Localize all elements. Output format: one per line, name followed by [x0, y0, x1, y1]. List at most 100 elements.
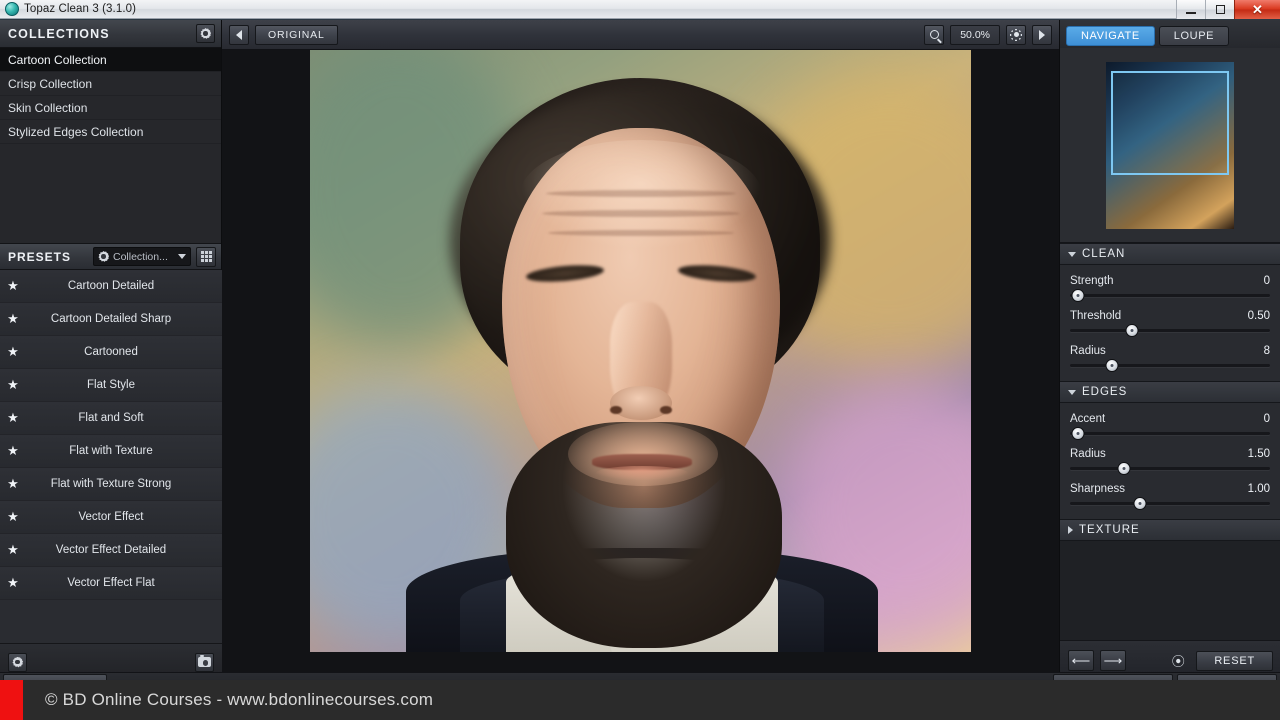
favorite-star-icon[interactable]: ★: [0, 509, 26, 525]
preset-row[interactable]: ★ Flat Style: [0, 369, 222, 402]
lower-lip-highlight: [596, 466, 688, 480]
reset-button[interactable]: RESET: [1196, 650, 1273, 671]
slider-label: Sharpness: [1070, 483, 1125, 495]
collection-item-cartoon[interactable]: Cartoon Collection: [0, 48, 221, 72]
slider-track[interactable]: [1070, 359, 1270, 372]
window-controls: ✕: [1176, 0, 1280, 19]
slider-track[interactable]: [1070, 427, 1270, 440]
preset-row[interactable]: ★ Vector Effect Detailed: [0, 534, 222, 567]
preset-label: Cartoon Detailed: [67, 280, 155, 292]
close-icon: ✕: [1252, 2, 1263, 17]
favorite-star-icon[interactable]: ★: [0, 278, 26, 294]
favorite-star-icon[interactable]: ★: [0, 443, 26, 459]
brush-button[interactable]: ⦿: [1166, 650, 1190, 671]
preset-row[interactable]: ★ Vector Effect: [0, 501, 222, 534]
slider-threshold[interactable]: Threshold 0.50: [1070, 310, 1270, 337]
left-panel: COLLECTIONS Cartoon Collection Crisp Col…: [0, 20, 222, 680]
preset-row[interactable]: ★ Cartoon Detailed Sharp: [0, 303, 222, 336]
slider-knob[interactable]: [1117, 462, 1131, 475]
collection-item-label: Stylized Edges Collection: [8, 124, 144, 139]
zoom-level-field[interactable]: 50.0%: [950, 24, 1000, 45]
slider-track[interactable]: [1070, 289, 1270, 302]
collection-item-label: Crisp Collection: [8, 76, 93, 91]
preset-row[interactable]: ★ Flat with Texture: [0, 435, 222, 468]
reset-label: RESET: [1214, 654, 1255, 667]
slider-value: 8: [1263, 345, 1270, 357]
collection-item-skin[interactable]: Skin Collection: [0, 96, 221, 120]
slider-strength[interactable]: Strength 0: [1070, 275, 1270, 302]
slider-knob[interactable]: [1105, 359, 1119, 372]
collections-header: COLLECTIONS: [0, 20, 221, 48]
watermark-accent-block: [0, 680, 23, 720]
preset-label: Vector Effect Flat: [67, 577, 155, 589]
navigator-preview[interactable]: [1060, 48, 1280, 243]
slider-value: 1.00: [1247, 483, 1270, 495]
slider-knob[interactable]: [1125, 324, 1139, 337]
restore-button[interactable]: [1205, 0, 1234, 19]
slider-knob[interactable]: [1133, 497, 1147, 510]
close-button[interactable]: ✕: [1234, 0, 1280, 19]
section-title: EDGES: [1082, 386, 1128, 398]
presets-settings-button[interactable]: [8, 652, 27, 672]
nostril-left: [610, 406, 622, 414]
forehead-wrinkle: [542, 210, 740, 217]
preset-row[interactable]: ★ Flat and Soft: [0, 402, 222, 435]
presets-list[interactable]: ★ Cartoon Detailed ★ Cartoon Detailed Sh…: [0, 270, 222, 643]
presets-title: PRESETS: [8, 249, 72, 264]
slider-track[interactable]: [1070, 497, 1270, 510]
slider-label: Radius: [1070, 448, 1106, 460]
preview-image[interactable]: [310, 50, 971, 652]
favorite-star-icon[interactable]: ★: [0, 575, 26, 591]
collection-dropdown[interactable]: Collection...: [93, 247, 191, 266]
preset-row[interactable]: ★ Cartooned: [0, 336, 222, 369]
collections-list[interactable]: Cartoon Collection Crisp Collection Skin…: [0, 48, 221, 243]
tab-navigate[interactable]: NAVIGATE: [1066, 26, 1155, 46]
navigator-thumbnail[interactable]: [1106, 61, 1234, 229]
favorite-star-icon[interactable]: ★: [0, 410, 26, 426]
favorite-star-icon[interactable]: ★: [0, 476, 26, 492]
collection-item-stylized-edges[interactable]: Stylized Edges Collection: [0, 120, 221, 144]
preset-row[interactable]: ★ Vector Effect Flat: [0, 567, 222, 600]
image-canvas[interactable]: [222, 50, 1059, 672]
collections-settings-button[interactable]: [196, 24, 215, 43]
slider-accent[interactable]: Accent 0: [1070, 413, 1270, 440]
slider-track[interactable]: [1070, 462, 1270, 475]
slider-knob[interactable]: [1071, 427, 1085, 440]
minimize-button[interactable]: [1176, 0, 1205, 19]
slider-track[interactable]: [1070, 324, 1270, 337]
section-header-edges[interactable]: EDGES: [1060, 381, 1280, 403]
navigator-viewport-rect[interactable]: [1111, 70, 1229, 175]
grid-view-button[interactable]: [196, 246, 216, 267]
navigator-tabs: NAVIGATE LOUPE: [1060, 20, 1280, 48]
slider-sharpness[interactable]: Sharpness 1.00: [1070, 483, 1270, 510]
favorite-star-icon[interactable]: ★: [0, 344, 26, 360]
right-panel: NAVIGATE LOUPE CLEAN Strength 0 Threshol…: [1059, 20, 1280, 680]
preset-row[interactable]: ★ Cartoon Detailed: [0, 270, 222, 303]
window-title-bar: Topaz Clean 3 (3.1.0) ✕: [0, 0, 1280, 19]
next-view-button[interactable]: [1032, 24, 1052, 45]
nose-tip: [610, 386, 672, 420]
collection-item-crisp[interactable]: Crisp Collection: [0, 72, 221, 96]
snapshot-button[interactable]: [195, 652, 214, 672]
undo-button[interactable]: ⟵: [1068, 650, 1094, 671]
slider-knob[interactable]: [1071, 289, 1085, 302]
tab-loupe[interactable]: LOUPE: [1158, 26, 1230, 46]
preset-label: Flat and Soft: [78, 412, 144, 424]
slider-radius-clean[interactable]: Radius 8: [1070, 345, 1270, 372]
chevron-right-icon: [1039, 29, 1045, 40]
slider-radius-edges[interactable]: Radius 1.50: [1070, 448, 1270, 475]
favorite-star-icon[interactable]: ★: [0, 311, 26, 327]
gear-icon: [200, 28, 211, 39]
favorite-star-icon[interactable]: ★: [0, 542, 26, 558]
zoom-tool-button[interactable]: [924, 24, 945, 45]
preset-row[interactable]: ★ Flat with Texture Strong: [0, 468, 222, 501]
brightness-button[interactable]: [1006, 24, 1026, 45]
original-view-button[interactable]: ORIGINAL: [255, 24, 338, 45]
preset-label: Flat with Texture Strong: [50, 478, 172, 490]
section-header-texture[interactable]: TEXTURE: [1060, 519, 1280, 541]
previous-view-button[interactable]: [229, 24, 249, 45]
favorite-star-icon[interactable]: ★: [0, 377, 26, 393]
redo-button[interactable]: ⟶: [1100, 650, 1126, 671]
section-header-clean[interactable]: CLEAN: [1060, 243, 1280, 265]
watermark-text: © BD Online Courses - www.bdonlinecourse…: [45, 690, 434, 709]
